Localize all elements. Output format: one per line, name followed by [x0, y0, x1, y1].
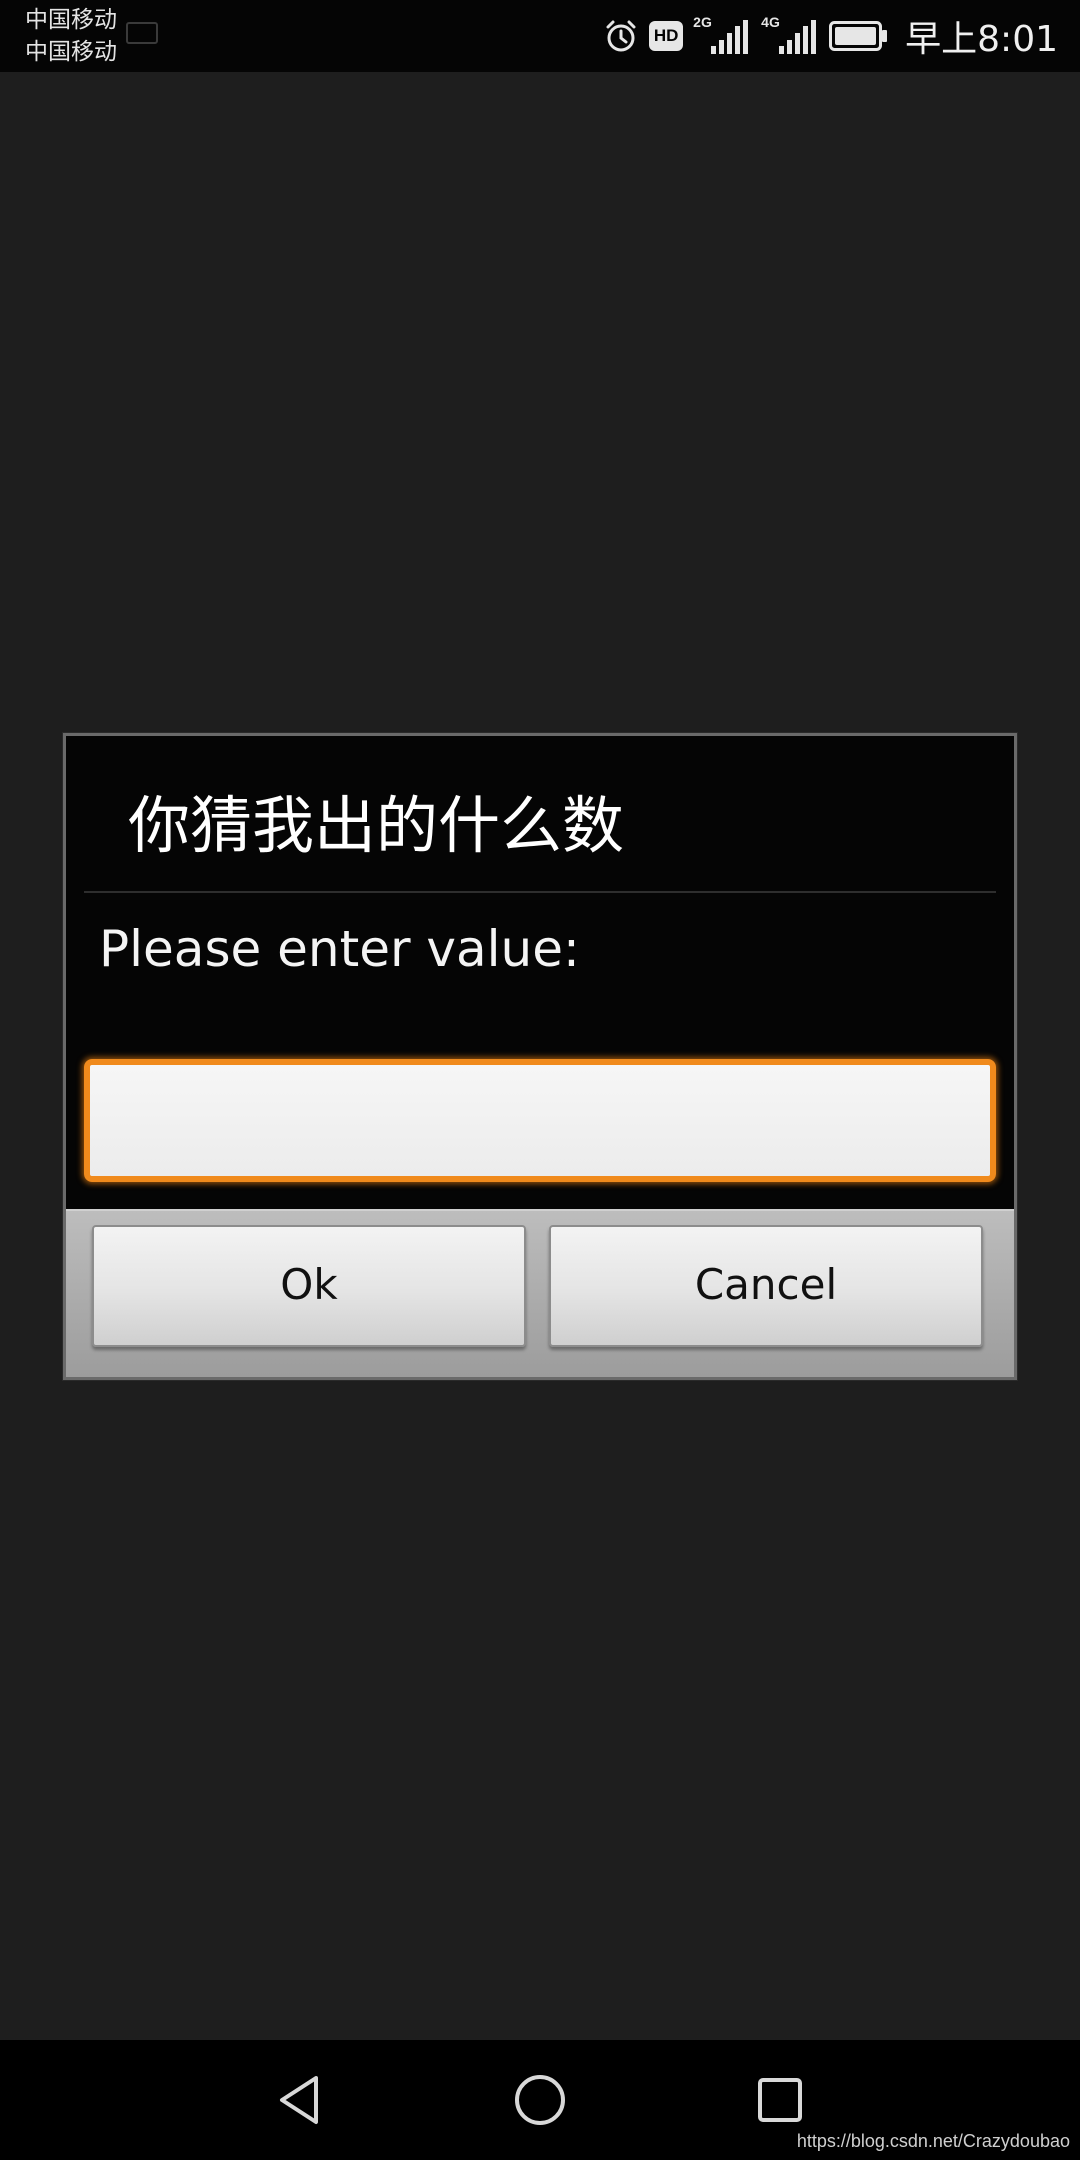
signal-4g-label: 4G — [761, 14, 780, 30]
alarm-icon — [603, 18, 639, 54]
back-icon — [280, 2076, 318, 2124]
signal-icon — [779, 20, 819, 54]
watermark-text: https://blog.csdn.net/Crazydoubao — [796, 2131, 1070, 2151]
hd-icon: HD — [649, 21, 684, 51]
value-input[interactable] — [84, 1059, 996, 1182]
input-dialog: 你猜我出的什么数 Please enter value: Ok Cancel — [63, 733, 1017, 1380]
recent-apps-icon — [758, 2078, 802, 2122]
home-icon — [515, 2075, 565, 2125]
signal-2g: 2G — [693, 14, 751, 58]
title-divider — [84, 891, 996, 893]
cancel-button[interactable]: Cancel — [549, 1225, 983, 1347]
signal-icon — [711, 20, 751, 54]
ok-button[interactable]: Ok — [92, 1225, 526, 1347]
status-icons: HD 2G 4G 早上8:01 — [603, 10, 1058, 62]
carrier-info: 中国移动 中国移动 — [25, 4, 117, 68]
status-bar: 中国移动 中国移动 HD 2G 4G 早上8:01 — [0, 0, 1080, 72]
button-bar: Ok Cancel — [66, 1209, 1014, 1377]
recent-apps-button[interactable] — [750, 2070, 810, 2130]
status-time: 早上8:01 — [905, 19, 1058, 60]
home-button[interactable] — [510, 2070, 570, 2130]
signal-2g-label: 2G — [693, 14, 712, 30]
dialog-message: Please enter value: — [99, 920, 580, 978]
navigation-bar: https://blog.csdn.net/Crazydoubao — [0, 2040, 1080, 2160]
notification-icon — [126, 22, 158, 44]
carrier-2-label: 中国移动 — [25, 39, 117, 65]
signal-4g: 4G — [761, 14, 819, 58]
dialog-title: 你猜我出的什么数 — [128, 789, 625, 862]
back-button[interactable] — [270, 2070, 330, 2130]
carrier-1-label: 中国移动 — [25, 7, 117, 33]
battery-icon — [829, 21, 889, 51]
screen: 中国移动 中国移动 HD 2G 4G 早上8:01 你猜我出的什么数 Pleas… — [0, 0, 1080, 2160]
